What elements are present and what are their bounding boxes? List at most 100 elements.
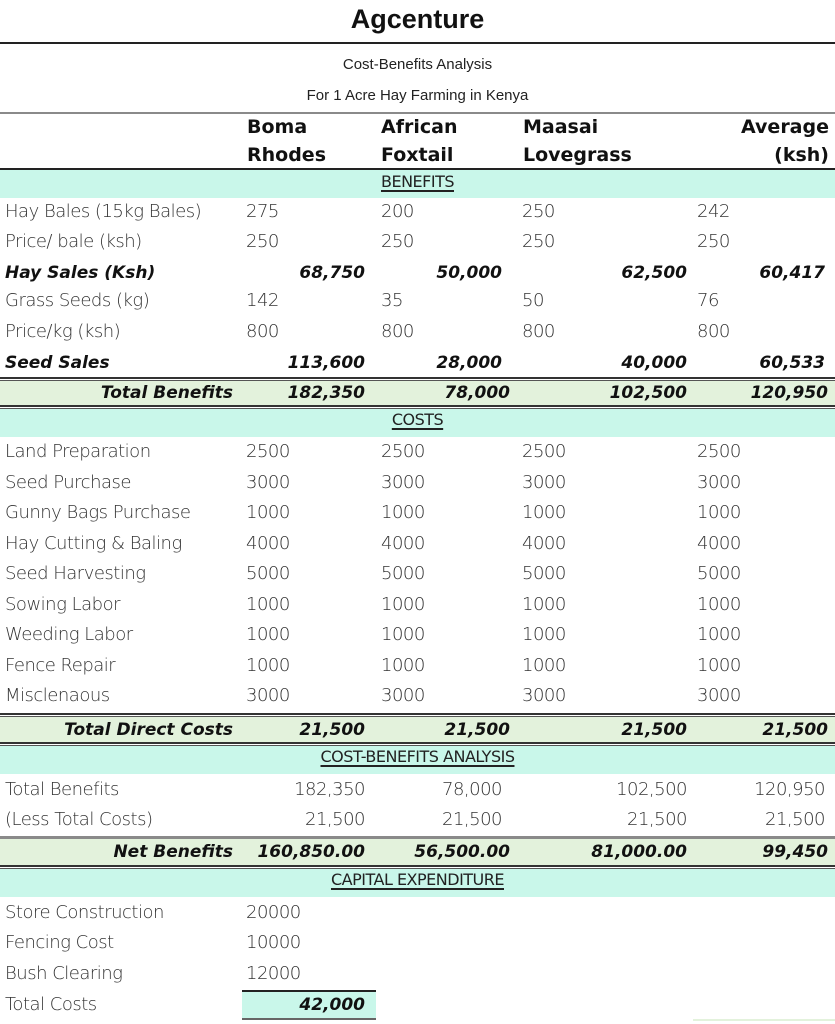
table-row: Weeding Labor 1000 1000 1000 1000 bbox=[0, 620, 835, 650]
value-average: 120,950 bbox=[754, 779, 825, 800]
value-average: 120,950 bbox=[750, 383, 828, 403]
value-boma-rhodes: 1000 bbox=[246, 594, 290, 615]
value-average: 3000 bbox=[697, 472, 741, 493]
value-average: 1000 bbox=[697, 624, 741, 645]
value-boma-rhodes: 800 bbox=[246, 321, 279, 342]
value-average: 99,450 bbox=[762, 842, 828, 862]
row-value: 20000 bbox=[246, 902, 301, 923]
table-row: Hay Cutting & Baling 4000 4000 4000 4000 bbox=[0, 529, 835, 559]
table-row: Price/kg (ksh) 800 800 800 800 bbox=[0, 317, 835, 347]
row-value: 12000 bbox=[246, 963, 301, 984]
table-row: Seed Purchase 3000 3000 3000 3000 bbox=[0, 468, 835, 498]
value-average: 242 bbox=[697, 201, 730, 222]
subtitle-analysis: Cost-Benefits Analysis bbox=[342, 56, 493, 73]
value-maasai-lovegrass: 1000 bbox=[522, 624, 566, 645]
table-row: Hay Sales (Ksh) 68,750 50,000 62,500 60,417 bbox=[0, 258, 835, 288]
value-average: 2500 bbox=[697, 441, 741, 462]
section-label-costs: COSTS bbox=[0, 410, 835, 429]
subtitle-scope: For 1 Acre Hay Farming in Kenya bbox=[306, 87, 529, 104]
table-row: Hay Bales (15kg Bales) 275 200 250 242 bbox=[0, 197, 835, 227]
value-african-foxtail: 56,500.00 bbox=[414, 842, 510, 862]
section-label-benefits: BENEFITS bbox=[0, 172, 835, 191]
section-label-analysis: COST-BENEFITS ANALYSIS bbox=[0, 747, 835, 766]
value-boma-rhodes: 250 bbox=[246, 231, 279, 252]
value-african-foxtail: 78,000 bbox=[442, 779, 502, 800]
row-label: Total Benefits bbox=[5, 779, 119, 800]
value-boma-rhodes: 1000 bbox=[246, 502, 290, 523]
column-header-line: (ksh) bbox=[774, 144, 829, 166]
value-boma-rhodes: 275 bbox=[246, 201, 279, 222]
table-row: Misclenaous 3000 3000 3000 3000 bbox=[0, 681, 835, 711]
value-maasai-lovegrass: 3000 bbox=[522, 472, 566, 493]
value-african-foxtail: 1000 bbox=[381, 624, 425, 645]
value-african-foxtail: 1000 bbox=[381, 655, 425, 676]
total-benefits-row: Total Benefits 182,350 78,000 102,500 12… bbox=[0, 381, 835, 406]
value-average: 1000 bbox=[697, 594, 741, 615]
value-african-foxtail: 4000 bbox=[381, 533, 425, 554]
title-divider bbox=[0, 42, 835, 44]
row-label: Net Benefits bbox=[113, 842, 233, 862]
capex-row-bush-clearing: Bush Clearing 12000 bbox=[0, 959, 835, 989]
row-label: Hay Sales (Ksh) bbox=[5, 263, 156, 283]
column-header-line: Maasai bbox=[523, 116, 599, 138]
table-row: Gunny Bags Purchase 1000 1000 1000 1000 bbox=[0, 498, 835, 528]
column-header-line: Lovegrass bbox=[523, 144, 632, 166]
value-african-foxtail: 800 bbox=[381, 321, 414, 342]
value-average: 5000 bbox=[697, 563, 741, 584]
column-header-maasai-lovegrass: Maasai Lovegrass bbox=[523, 113, 632, 169]
row-value: 10000 bbox=[246, 932, 301, 953]
row-label: Misclenaous bbox=[5, 685, 110, 706]
table-row: Grass Seeds (kg) 142 35 50 76 bbox=[0, 286, 835, 316]
value-boma-rhodes: 142 bbox=[246, 290, 279, 311]
section-label-text: BENEFITS bbox=[380, 172, 455, 191]
value-average: 1000 bbox=[697, 655, 741, 676]
value-average: 21,500 bbox=[765, 809, 825, 830]
row-label: Bush Clearing bbox=[5, 963, 123, 984]
value-maasai-lovegrass: 21,500 bbox=[627, 809, 687, 830]
value-african-foxtail: 35 bbox=[381, 290, 403, 311]
table-row: Fence Repair 1000 1000 1000 1000 bbox=[0, 651, 835, 681]
section-label-text: COSTS bbox=[391, 410, 444, 429]
value-boma-rhodes: 3000 bbox=[246, 472, 290, 493]
value-average: 60,533 bbox=[759, 353, 825, 373]
row-label: Hay Bales (15kg Bales) bbox=[5, 201, 202, 222]
value-boma-rhodes: 113,600 bbox=[287, 353, 365, 373]
value-average: 250 bbox=[697, 231, 730, 252]
table-row: Seed Sales 113,600 28,000 40,000 60,533 bbox=[0, 348, 835, 378]
value-maasai-lovegrass: 62,500 bbox=[621, 263, 687, 283]
table-row: (Less Total Costs) 21,500 21,500 21,500 21,5… bbox=[0, 805, 835, 835]
value-african-foxtail: 3000 bbox=[381, 472, 425, 493]
section-label-text: COST-BENEFITS ANALYSIS bbox=[320, 747, 515, 766]
column-header-average: Average (ksh) bbox=[741, 113, 829, 169]
value-african-foxtail: 1000 bbox=[381, 594, 425, 615]
value-maasai-lovegrass: 21,500 bbox=[621, 720, 687, 740]
value-african-foxtail: 78,000 bbox=[444, 383, 510, 403]
value-boma-rhodes: 1000 bbox=[246, 624, 290, 645]
value-average: 60,417 bbox=[759, 263, 825, 283]
value-african-foxtail: 5000 bbox=[381, 563, 425, 584]
row-label: Total Benefits bbox=[100, 383, 233, 403]
value-african-foxtail: 3000 bbox=[381, 685, 425, 706]
value-maasai-lovegrass: 800 bbox=[522, 321, 555, 342]
row-label: Price/kg (ksh) bbox=[5, 321, 121, 342]
column-header-african-foxtail: African Foxtail bbox=[381, 113, 457, 169]
value-maasai-lovegrass: 4000 bbox=[522, 533, 566, 554]
value-maasai-lovegrass: 40,000 bbox=[621, 353, 687, 373]
value-boma-rhodes: 3000 bbox=[246, 685, 290, 706]
capex-total-row: Total Costs 42,000 bbox=[0, 990, 835, 1020]
value-boma-rhodes: 182,350 bbox=[294, 779, 365, 800]
value-maasai-lovegrass: 2500 bbox=[522, 441, 566, 462]
value-maasai-lovegrass: 1000 bbox=[522, 655, 566, 676]
row-label: Weeding Labor bbox=[5, 624, 133, 645]
row-label: Store Construction bbox=[5, 902, 164, 923]
value-african-foxtail: 21,500 bbox=[444, 720, 510, 740]
row-label: Total Costs bbox=[5, 994, 97, 1015]
row-label: Grass Seeds (kg) bbox=[5, 290, 150, 311]
column-header-line: Foxtail bbox=[381, 144, 454, 166]
row-label: Hay Cutting & Baling bbox=[5, 533, 182, 554]
value-boma-rhodes: 4000 bbox=[246, 533, 290, 554]
column-header-line: Boma bbox=[247, 116, 308, 138]
value-african-foxtail: 21,500 bbox=[442, 809, 502, 830]
value-african-foxtail: 2500 bbox=[381, 441, 425, 462]
table-row: Land Preparation 2500 2500 2500 2500 bbox=[0, 437, 835, 467]
